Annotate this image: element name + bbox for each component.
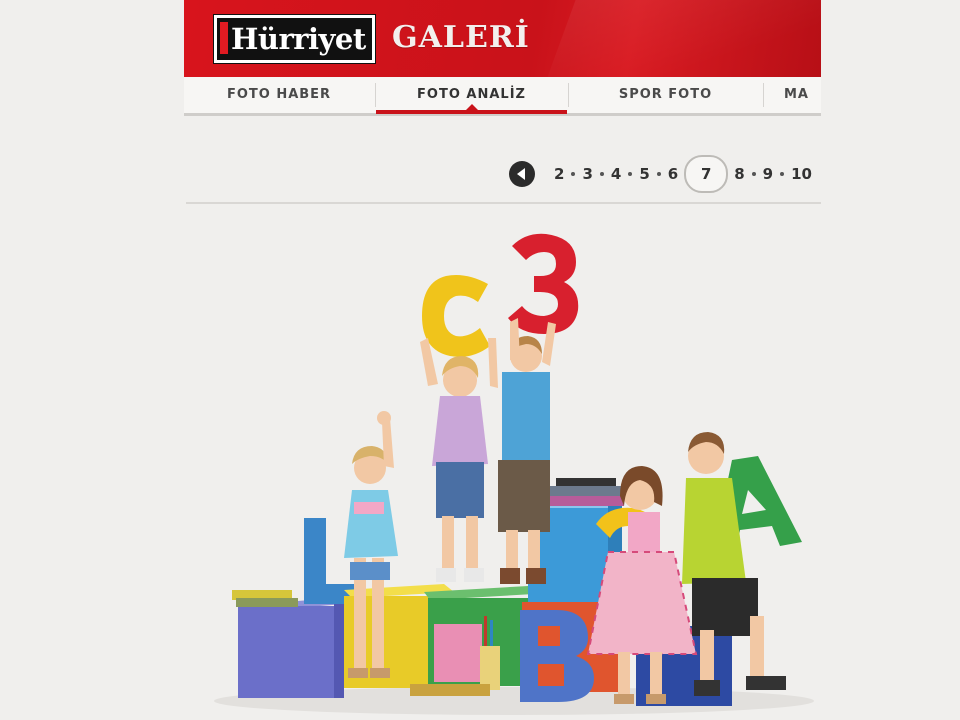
book [544,496,624,506]
page-link[interactable]: 5 [639,165,649,183]
page-dot [628,172,633,176]
section-title: GALERİ [392,20,530,55]
content-divider [186,202,821,204]
page-link[interactable]: 8 [734,165,744,183]
page-link[interactable]: 3 [582,165,592,183]
page-link[interactable]: 2 [554,165,564,183]
book-stack [232,590,298,607]
gallery-page: Hürriyet GALERİ FOTO HABER FOTO ANALİZ S… [184,0,821,720]
book-floor [410,684,490,696]
page-dot [751,172,756,176]
gallery-photo[interactable] [184,206,821,720]
page-link[interactable]: 6 [668,165,678,183]
nav-item-spor-foto[interactable]: SPOR FOTO [569,77,762,113]
pencil [484,616,487,646]
nav-separator [763,83,764,107]
pencil-cup [480,646,500,690]
logo-text: Hürriyet [231,22,366,56]
page-link[interactable]: 4 [611,165,621,183]
page-dot [780,172,785,176]
nav-item-truncated[interactable]: MA [784,77,821,113]
nav-item-foto-haber[interactable]: FOTO HABER [184,77,374,113]
current-page: 7 [684,155,729,193]
book [550,486,624,496]
pink-notebook [434,624,482,682]
logo-accent-bar [220,22,228,54]
pagination: 2 3 4 5 6 7 8 9 10 [554,155,812,193]
site-header: Hürriyet GALERİ [184,0,821,77]
book [556,478,616,486]
active-tab-indicator [376,110,567,114]
toy-block-blue [238,598,344,698]
pencil [490,620,493,646]
hurriyet-logo[interactable]: Hürriyet [214,15,375,63]
page-dot [571,172,576,176]
active-tab-caret [466,104,478,110]
page-dot [599,172,604,176]
page-link[interactable]: 10 [791,165,812,183]
page-dot [656,172,661,176]
previous-page-button[interactable] [509,161,535,187]
page-link[interactable]: 9 [763,165,773,183]
